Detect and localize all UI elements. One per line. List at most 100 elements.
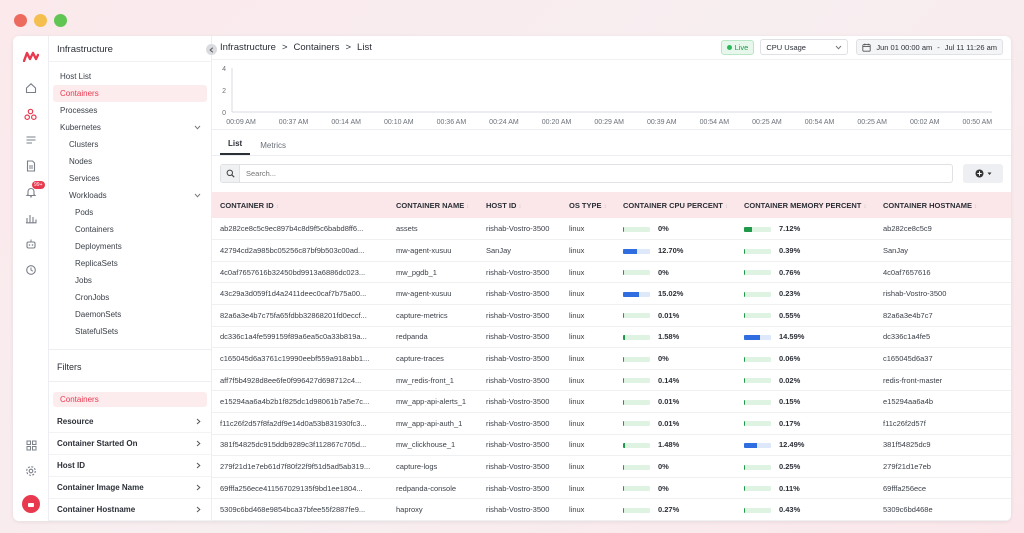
filter-container-hostname[interactable]: Container Hostname <box>49 499 211 521</box>
sidebar-item-host-list[interactable]: Host List <box>53 68 207 85</box>
sidebar-item-containers[interactable]: Containers <box>53 84 207 102</box>
dashboard-icon[interactable] <box>23 210 39 226</box>
cpu-percent-bar-fill <box>623 378 625 384</box>
memory-percent-bar-fill <box>744 442 758 448</box>
container-name-cell: mw_pgdb_1 <box>388 261 478 284</box>
window-controls <box>14 14 67 27</box>
chevron-right-icon <box>196 418 201 425</box>
filter-container-image-name[interactable]: Container Image Name <box>49 477 211 499</box>
close-window-button[interactable] <box>14 14 27 27</box>
table-row[interactable]: c165045d6a3761c19990eebf559a918abb1... ca… <box>212 347 1011 370</box>
table-row[interactable]: 42794cd2a985bc05256c87bf9b503c00ad... mw-… <box>212 239 1011 262</box>
container-name-cell: redpanda-console <box>388 477 478 500</box>
sidebar-item-deployments[interactable]: Deployments <box>53 238 207 255</box>
active-filter-containers[interactable]: Containers <box>53 391 207 407</box>
cpu-usage-chart-svg: 4 2 000:09 AM 00:37 AM 00:14 AM 00:10 AM 00:36… <box>222 66 992 126</box>
document-icon[interactable] <box>23 158 39 174</box>
cpu-percent-value: 15.02% <box>658 289 684 299</box>
bot-icon[interactable] <box>23 236 39 252</box>
sidebar-nav: Host List Containers Processes Kubernetes Cl… <box>49 62 211 351</box>
table-row[interactable]: 5309c6bd468e9854bca37bfee55f2887fe9... ha… <box>212 498 1011 521</box>
sidebar-item-workloads[interactable]: Workloads <box>53 187 207 204</box>
sort-icon[interactable]: ↕ <box>276 204 279 210</box>
memory-percent-cell: 12.49% <box>736 434 875 457</box>
sort-icon[interactable]: ↕ <box>518 204 521 210</box>
sidebar-item-kubernetes[interactable]: Kubernetes <box>53 119 207 136</box>
table-row[interactable]: 69fffa256ece411567029135f9bd1ee1804... re… <box>212 477 1011 500</box>
column-header-os-type[interactable]: OS TYPE ↕ <box>561 192 615 218</box>
collapse-sidebar-button[interactable] <box>206 44 217 55</box>
breadcrumb-containers[interactable]: Containers <box>294 42 340 53</box>
sidebar-item-clusters[interactable]: Clusters <box>53 136 207 153</box>
date-range-picker[interactable]: Jun 01 00:00 am - Jul 11 11:26 am <box>856 39 1003 56</box>
sort-icon[interactable]: ↕ <box>863 204 866 210</box>
sidebar-item-replicasets[interactable]: ReplicaSets <box>53 255 207 272</box>
column-header-container-id[interactable]: CONTAINER ID ↕ <box>212 192 388 218</box>
memory-percent-cell: 0.25% <box>736 455 875 478</box>
sidebar-item-daemonsets[interactable]: DaemonSets <box>53 306 207 323</box>
container-hostname-cell: f11c26f2d57f <box>875 412 1011 435</box>
home-icon[interactable] <box>23 80 39 96</box>
container-id-cell: 5309c6bd468e9854bca37bfee55f2887fe9... <box>212 498 388 521</box>
sidebar-item-label: Containers <box>75 224 114 234</box>
table-row[interactable]: f11c26f2d57f8fa2df9e14d0a53b831930fc3...… <box>212 412 1011 435</box>
maximize-window-button[interactable] <box>54 14 67 27</box>
column-header-container-cpu-percent[interactable]: CONTAINER CPU PERCENT ↕ <box>615 192 736 218</box>
filter-host-id[interactable]: Host ID <box>49 455 211 477</box>
integrations-icon[interactable] <box>23 262 39 278</box>
table-row[interactable]: ab282ce8c5c9ec897b4c8d9f5c6babd8ff6... as… <box>212 218 1011 241</box>
column-header-label: HOST ID <box>486 200 517 210</box>
sidebar-item-jobs[interactable]: Jobs <box>53 272 207 289</box>
sort-icon[interactable]: ↕ <box>466 204 469 210</box>
table-row[interactable]: dc336c1a4fe599159f89a6ea5c0a33b819a... re… <box>212 326 1011 349</box>
logs-icon[interactable] <box>23 132 39 148</box>
table-row[interactable]: 279f21d1e7eb61d7f80f22f9f51d5ad5ab319...… <box>212 455 1011 478</box>
search-input[interactable] <box>240 169 952 179</box>
sort-icon[interactable]: ↕ <box>725 204 728 210</box>
add-column-button[interactable] <box>963 164 1003 184</box>
metric-select[interactable]: CPU Usage <box>760 39 849 56</box>
column-header-container-hostname[interactable]: CONTAINER HOSTNAME ↕ <box>875 192 1011 218</box>
table-row[interactable]: aff7f5b4928d8ee6fe0f996427d698712c4... mw… <box>212 369 1011 392</box>
sidebar-item-statefulsets[interactable]: StatefulSets <box>53 323 207 340</box>
alerts-icon[interactable]: 99+ <box>23 181 45 200</box>
sidebar-item-processes[interactable]: Processes <box>53 102 207 119</box>
table-row[interactable]: 43c29a3d059f1d4a2411deec0caf7b75a00... mw… <box>212 282 1011 306</box>
memory-percent-bar <box>744 421 771 427</box>
filter-container-started-on[interactable]: Container Started On <box>49 433 211 455</box>
breadcrumb-infrastructure[interactable]: Infrastructure <box>220 42 276 53</box>
column-header-container-memory-percent[interactable]: CONTAINER MEMORY PERCENT ↕ <box>736 192 875 218</box>
settings-icon[interactable] <box>23 463 39 479</box>
tab-list[interactable]: List <box>220 139 251 156</box>
memory-percent-bar <box>744 313 771 319</box>
grid-icon[interactable] <box>23 437 39 453</box>
sidebar-item-cronjobs[interactable]: CronJobs <box>53 289 207 306</box>
user-avatar[interactable] <box>22 495 40 513</box>
sort-icon[interactable]: ↕ <box>974 204 977 210</box>
cpu-percent-bar-fill <box>623 226 625 232</box>
table-row[interactable]: 4c0af7657616b32450bd9913a6886dc023... mw_… <box>212 261 1011 284</box>
infrastructure-icon[interactable] <box>23 106 39 122</box>
tab-metrics[interactable]: Metrics <box>252 141 294 155</box>
table-row[interactable]: 82a6a3e4b7c75fa65fdbb32868201fd0eccf... c… <box>212 304 1011 327</box>
sort-icon[interactable]: ↕ <box>604 204 607 210</box>
chevron-down-icon[interactable] <box>194 193 201 198</box>
filter-resource[interactable]: Resource <box>49 411 211 433</box>
host-id-cell: SanJay <box>478 239 561 262</box>
column-header-container-name[interactable]: CONTAINER NAME ↕ <box>388 192 478 218</box>
sidebar-item-nodes[interactable]: Nodes <box>53 153 207 170</box>
memory-percent-bar-fill <box>744 248 746 254</box>
column-header-host-id[interactable]: HOST ID ↕ <box>478 192 561 218</box>
table-row[interactable]: 381f54825dc915ddb9289c3f112867c705d... mw… <box>212 434 1011 457</box>
chevron-down-icon[interactable] <box>194 125 201 130</box>
cpu-percent-bar <box>623 291 650 297</box>
table-body: ab282ce8c5c9ec897b4c8d9f5c6babd8ff6... as… <box>212 218 1011 521</box>
live-toggle[interactable]: Live <box>720 39 755 55</box>
minimize-window-button[interactable] <box>34 14 47 27</box>
sidebar-item-pods[interactable]: Pods <box>53 204 207 221</box>
table-row[interactable]: e15294aa6a4b2b1f825dc1d98061b7a5e7c... mw… <box>212 390 1011 414</box>
logo-icon[interactable] <box>22 48 39 64</box>
sidebar-item-containers[interactable]: Containers <box>53 221 207 238</box>
search-icon[interactable] <box>221 165 240 183</box>
sidebar-item-services[interactable]: Services <box>53 170 207 187</box>
